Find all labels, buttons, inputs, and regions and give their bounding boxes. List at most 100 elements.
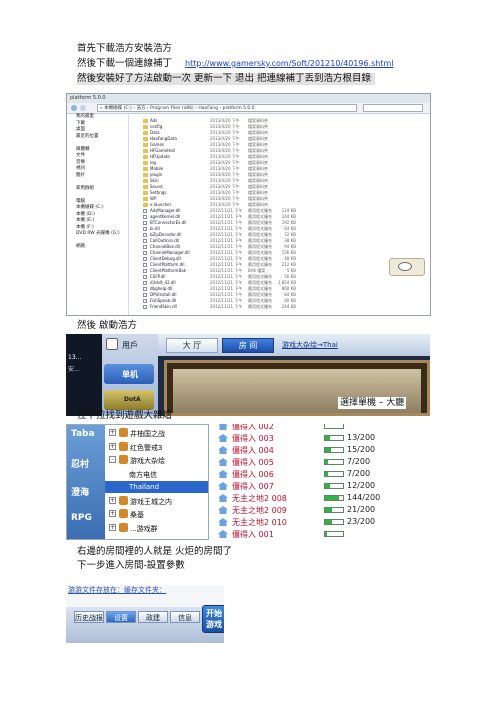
tree-item[interactable]: + 桑基 <box>105 508 208 520</box>
single-player-button[interactable]: 单机 <box>104 364 154 384</box>
dota-button[interactable]: DotA <box>104 390 154 410</box>
file-row[interactable]: Games 2013/4/20 下午 檔案資料夾 <box>143 142 296 147</box>
address-input[interactable]: « 本機磁碟 (C:) › 浩方 › Program Files (x86) ›… <box>97 104 357 112</box>
toolbar-button[interactable]: 设置 <box>106 611 136 623</box>
file-row[interactable]: CallOutIcon.dll 2012/11/21 下午 應用程式擴充 38 KB <box>143 238 296 244</box>
tree-item[interactable]: Thailand <box>105 481 208 493</box>
patch-download-link[interactable]: http://www.gamersky.com/Soft/201210/4019… <box>185 59 393 68</box>
toolbar-button[interactable]: 信息 <box>170 611 200 623</box>
tree-item[interactable]: + 井柚国之战 <box>105 427 208 439</box>
file-row[interactable]: Settings 2013/4/20 下午 檔案資料夾 <box>143 190 296 195</box>
file-row[interactable]: Skin 2013/4/20 下午 檔案資料夾 <box>143 178 296 183</box>
room-row[interactable]: 无主之地2 009 21/200 <box>214 504 430 516</box>
file-type: 應用程式擴充 <box>248 238 272 243</box>
file-row[interactable]: Mobile 2013/4/20 下午 檔案資料夾 <box>143 166 296 171</box>
file-row[interactable]: WP 2013/4/20 下午 檔案資料夾 <box>143 196 296 201</box>
file-row[interactable]: Data 2013/4/20 下午 檔案資料夾 <box>143 130 296 135</box>
room-row[interactable]: 僵得入 001 <box>214 528 430 540</box>
expand-icon[interactable]: + <box>109 510 116 517</box>
room-occupancy-fill <box>325 448 332 452</box>
file-row[interactable]: x-launcher 2013/4/20 下午 檔案資料夾 <box>143 202 296 207</box>
file-row[interactable]: dbghelp.dll 2012/11/21 下午 應用程式擴充 860 KB <box>143 286 296 292</box>
room-row[interactable]: 僵得入 003 13/200 <box>214 432 430 444</box>
file-date: 2013/4/20 下午 <box>210 184 240 189</box>
file-date: 2012/11/21 下午 <box>210 268 243 273</box>
file-type: 檔案資料夾 <box>248 142 268 147</box>
file-row[interactable]: HFUpdate 2013/4/20 下午 檔案資料夾 <box>143 154 296 159</box>
toolbar-button[interactable]: 历史战报 <box>74 611 104 623</box>
expand-icon[interactable]: + <box>109 496 116 504</box>
file-row[interactable]: d3dx9_42.dll 2012/11/21 下午 應用程式擴充 1,854 KB <box>143 280 296 286</box>
expand-icon[interactable]: + <box>109 523 116 531</box>
file-row[interactable]: FishSpeak.dll 2012/11/21 下午 應用程式擴充 80 KB <box>143 298 296 304</box>
toolbar-button[interactable]: 政建 <box>138 611 168 623</box>
room-row[interactable]: 僵得入 007 12/200 <box>214 480 430 492</box>
tree-item[interactable]: + 红色警戒3 <box>105 441 208 453</box>
file-row[interactable]: AdsManager.dll 2012/11/21 下午 應用程式擴充 124 KB <box>143 208 296 214</box>
folder-icon <box>143 119 148 123</box>
file-size: 5 KB <box>286 268 296 273</box>
room-row[interactable]: 僵得入 002 <box>214 424 430 432</box>
file-row[interactable]: ChannelBox.dll 2012/11/21 下午 應用程式擴充 94 KB <box>143 244 296 250</box>
tree-item[interactable]: - 游戏大杂烩 <box>105 454 208 466</box>
file-type: BAK 檔案 <box>248 268 266 273</box>
tab-hall[interactable]: 大 厅 <box>166 338 218 353</box>
room-icon <box>218 470 228 478</box>
search-input[interactable] <box>363 104 423 112</box>
room-row[interactable]: 僵得入 006 7/200 <box>214 468 430 480</box>
tree-item[interactable]: + ...游戏群 <box>105 522 208 534</box>
file-row[interactable]: ClientPlatformBak 2012/11/21 下午 BAK 檔案 5 KB <box>143 268 296 274</box>
file-row[interactable]: Sound 2013/4/20 下午 檔案資料夾 <box>143 184 296 189</box>
room-name: 僵得入 005 <box>232 458 274 467</box>
user-tab[interactable]: 用戶 <box>122 340 138 351</box>
file-row[interactable]: ClientPlatform.dll 2012/11/21 下午 應用程式擴充 212… <box>143 262 296 268</box>
file-date: 2012/11/21 下午 <box>210 274 243 279</box>
file-row[interactable]: bZipDecoder.dll 2012/11/21 下午 應用程式擴充 72 KB <box>143 232 296 238</box>
room-row[interactable]: 僵得入 004 15/200 <box>214 444 430 456</box>
forward-icon[interactable] <box>80 105 86 111</box>
file-name: log <box>150 160 157 165</box>
collapse-icon[interactable]: - <box>109 456 116 463</box>
room-occupancy-fill <box>325 496 339 500</box>
file-row[interactable]: HFGameHall 2013/4/20 下午 檔案資料夾 <box>143 148 296 153</box>
file-row[interactable]: BTConnectorEx.dll 2012/11/21 下午 應用程式擴充 192 … <box>143 220 296 226</box>
back-icon[interactable] <box>71 105 77 111</box>
tab-room[interactable]: 房 间 <box>222 338 274 353</box>
category-label[interactable]: 忍村 <box>71 457 89 470</box>
tree-item[interactable]: + 游戏王城之内 <box>105 495 208 507</box>
expand-icon[interactable]: + <box>109 429 116 436</box>
file-row[interactable]: FriendSkin.dll 2012/11/21 下午 應用程式擴充 244 KB <box>143 304 296 310</box>
file-name: Data <box>150 130 160 135</box>
channel-tree-screenshot: Taba 忍村澄海 RPG + 井柚国之战 + 红色警戒3 - 游戏大杂烩 南方电信 Thaila… <box>66 424 209 540</box>
file-row[interactable]: agentKernel.dll 2012/11/21 下午 應用程式擴充 244 KB <box>143 214 296 220</box>
room-row[interactable]: 无主之地2 008 144/200 <box>214 492 430 504</box>
room-count: 13/200 <box>347 433 376 442</box>
game-category-sidebar: Taba 忍村澄海 RPG <box>67 425 105 539</box>
file-row[interactable]: bi.dll 2012/11/21 下午 應用程式擴充 64 KB <box>143 226 296 232</box>
file-row[interactable]: ChannelManager.dll 2012/11/21 下午 應用程式擴充 156… <box>143 250 296 256</box>
tree-item[interactable]: 南方电信 <box>105 468 208 480</box>
file-row[interactable]: ClientDebug.dll 2012/11/21 下午 應用程式擴充 48 KB <box>143 256 296 262</box>
file-row[interactable]: plugin 2013/4/20 下午 檔案資料夾 <box>143 172 296 177</box>
room-row[interactable]: 僵得入 005 7/200 <box>214 456 430 468</box>
file-row[interactable]: log 2013/4/20 下午 檔案資料夾 <box>143 160 296 165</box>
file-date: 2012/11/21 下午 <box>210 298 243 303</box>
category-label[interactable]: RPG <box>71 513 92 523</box>
file-row[interactable]: DPUInstall.dll 2012/11/21 下午 應用程式擴充 84 KB <box>143 292 296 298</box>
nav-item[interactable]: 網路 <box>67 244 128 251</box>
nav-item[interactable]: DVD RW 光碟機 (G:) <box>67 231 128 238</box>
file-row[interactable]: Ads 2013/4/20 下午 檔案資料夾 <box>143 118 296 123</box>
file-size: 56 KB <box>284 274 296 279</box>
category-label[interactable]: 澄海 <box>71 485 89 498</box>
file-row[interactable]: config 2013/4/20 下午 檔案資料夾 <box>143 124 296 129</box>
category-label[interactable]: Taba <box>71 429 95 439</box>
room-row[interactable]: 无主之地2 010 23/200 <box>214 516 430 528</box>
file-row[interactable]: CSFP.dll 2012/11/21 下午 應用程式擴充 56 KB <box>143 274 296 280</box>
start-game-button[interactable]: 开始 游戏 <box>202 605 224 633</box>
file-row[interactable]: HaoFangData 2013/4/20 下午 檔案資料夾 <box>143 136 296 141</box>
expand-icon[interactable]: + <box>109 442 116 450</box>
file-name: plugin <box>150 172 163 177</box>
room-occupancy-bar <box>324 459 344 465</box>
file-date: 2013/4/20 下午 <box>210 178 240 183</box>
file-date: 2012/11/21 下午 <box>210 286 243 291</box>
